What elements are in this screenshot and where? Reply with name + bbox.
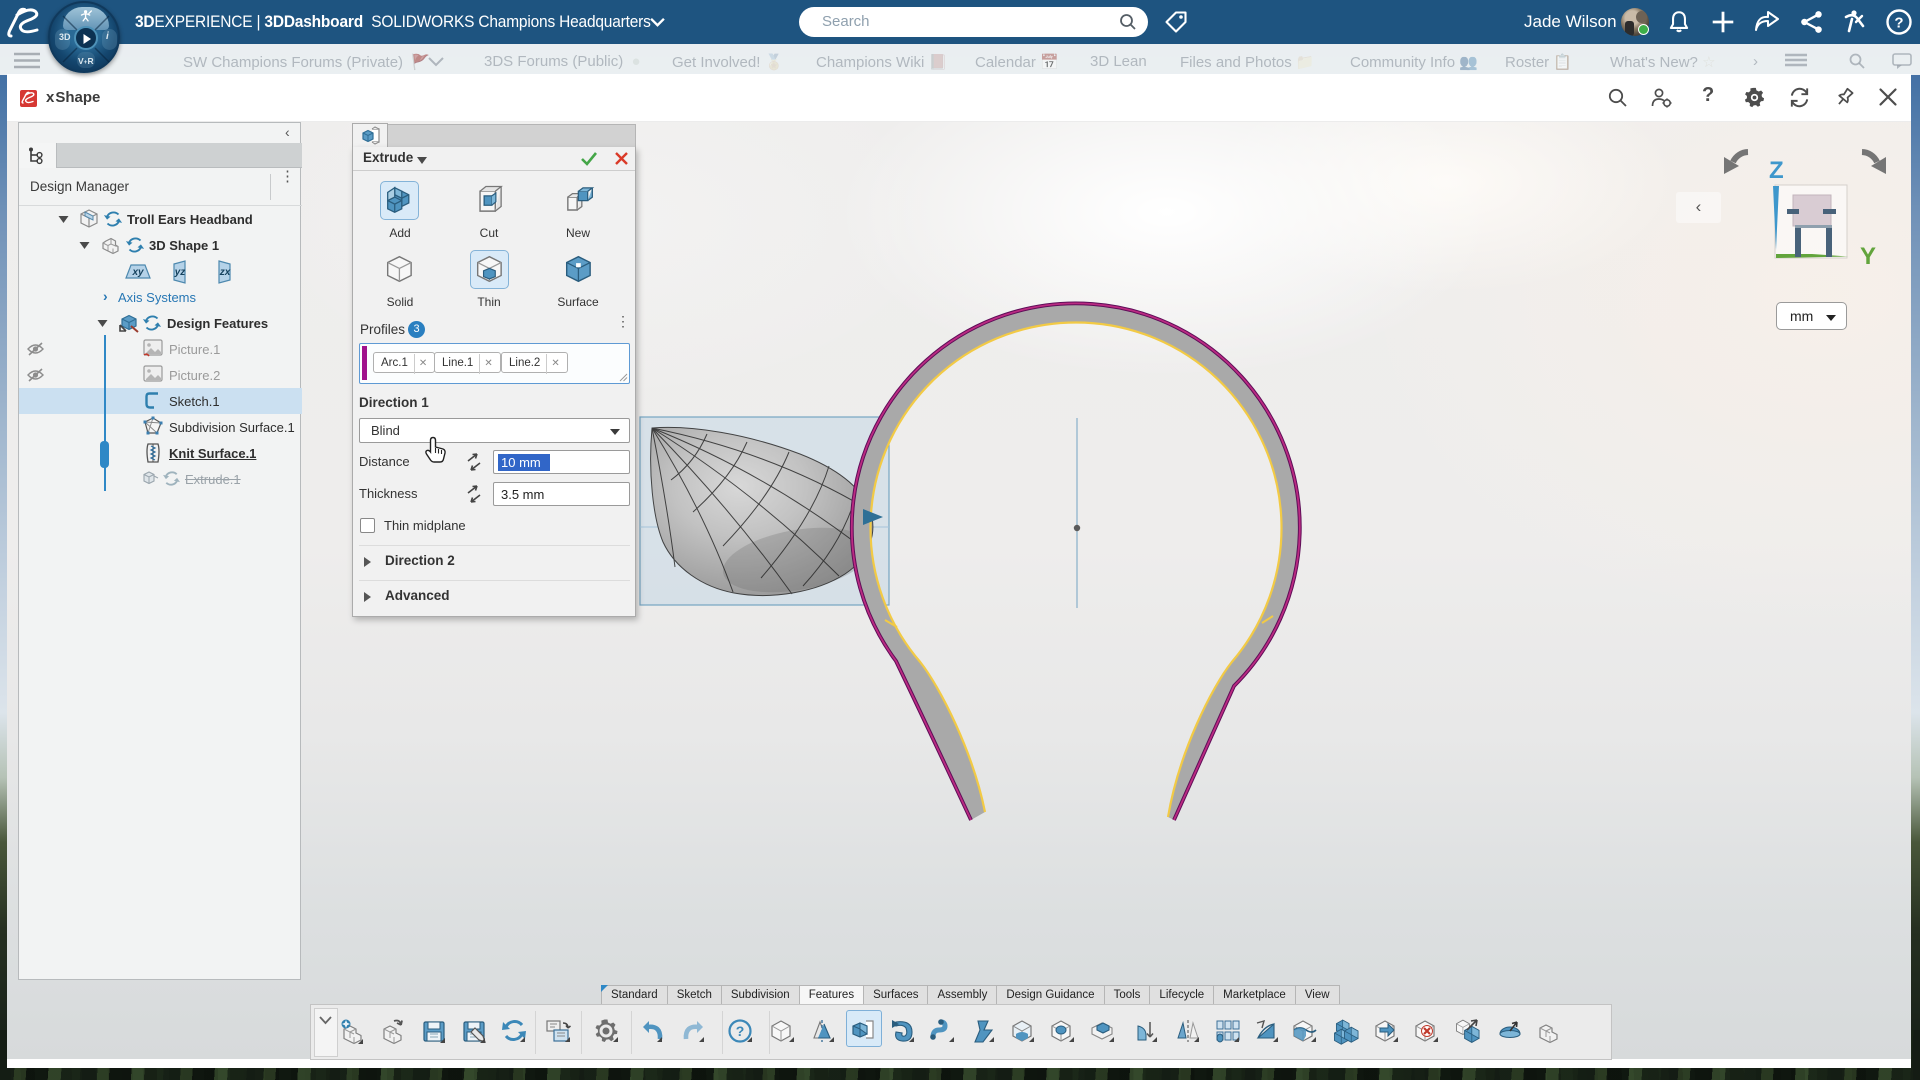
svg-text:xy: xy [131,267,144,278]
svg-text:yz: yz [174,267,186,278]
svg-text:Z: Z [1769,157,1784,184]
svg-text:zx: zx [219,267,231,278]
svg-text:?: ? [1894,15,1903,32]
svg-text:Y: Y [1860,243,1876,270]
svg-text:?: ? [736,1023,745,1039]
